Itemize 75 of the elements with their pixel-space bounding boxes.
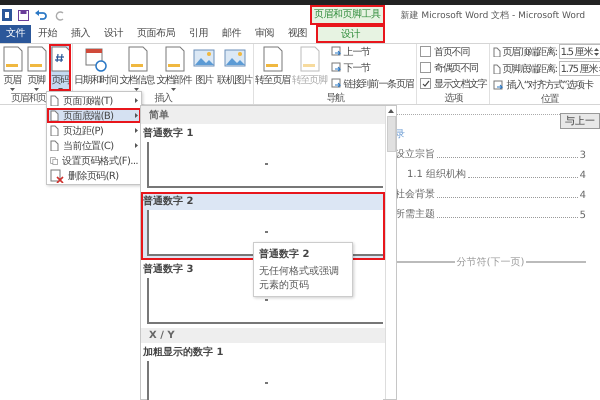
checkbox-label: 奇偶页不同	[434, 62, 478, 74]
page-icon	[50, 95, 59, 106]
scrollbar-thumb[interactable]	[386, 116, 396, 152]
ribbon-button[interactable]: 联机图片	[217, 44, 252, 91]
group-label: 位置	[541, 92, 558, 105]
file-tab[interactable]: 文件	[0, 25, 31, 43]
ribbon-button[interactable]: 页脚	[25, 44, 47, 91]
page-icon	[126, 46, 148, 72]
undo-icon	[35, 10, 49, 20]
ribbon-tab[interactable]: 邮件	[215, 25, 248, 43]
link-to-previous-button[interactable]: 与上一	[560, 113, 600, 129]
group-label: 选项	[444, 92, 462, 104]
group-label: 导航	[326, 92, 344, 104]
group-label: 页眉和页	[11, 92, 46, 104]
ribbon-tab[interactable]: 引用	[182, 25, 215, 43]
ribbon-tab[interactable]: 页面布局	[130, 25, 182, 43]
ribbon-tab[interactable]: 设计	[97, 25, 130, 43]
menu-item[interactable]: 删除页码(R)	[47, 168, 141, 183]
field-label: 页眉顶端距离:	[502, 46, 557, 58]
checkmark-icon	[422, 80, 430, 87]
checkbox[interactable]	[420, 62, 432, 73]
checkbox-label: 首页不同	[434, 46, 469, 58]
ribbon-button[interactable]: 文档信息	[120, 44, 154, 91]
spin-field[interactable]: 1.5 厘米	[558, 44, 600, 59]
ribbon-button[interactable]: 链接到前一条页眉	[330, 76, 414, 90]
ribbon-tab[interactable]: 视图	[281, 25, 314, 43]
gallery-section-header: 简单	[141, 106, 385, 124]
page-icon	[162, 46, 185, 72]
spin-arrows-icon	[594, 46, 599, 56]
page-icon	[261, 46, 284, 72]
window-title: 新建 Microsoft Word 文档 - Microsoft Word	[400, 10, 586, 22]
ribbon-tab[interactable]: 设计	[316, 25, 385, 43]
gallery-section-header: X / Y	[141, 328, 385, 343]
ribbon-button[interactable]: 插入“对齐方式”选项卡	[493, 78, 600, 92]
field-label: 页脚底端距离:	[502, 62, 557, 76]
page-icon	[50, 140, 59, 151]
delete-page-icon	[50, 168, 64, 182]
hash-page-icon	[49, 46, 71, 72]
tooltip-title: 普通数字 2	[259, 247, 310, 261]
spin-field[interactable]: 1.75 厘米	[558, 61, 600, 76]
menu-item[interactable]: 当前位置(C)	[47, 138, 141, 153]
ribbon-tab[interactable]: 审阅	[248, 25, 281, 43]
scroll-up-arrow-icon	[388, 109, 394, 113]
menu-item[interactable]: 页边距(P)	[47, 123, 141, 138]
menu-item[interactable]: 页面顶端(T)	[47, 93, 141, 108]
ribbon-button[interactable]: 文档部件	[156, 44, 192, 91]
page-number: 4	[580, 170, 586, 181]
tooltip-text: 无任何格式或强调元素的页码	[259, 264, 340, 292]
toc-entry: 1.1 组织机构	[407, 168, 466, 181]
page-number: 5	[580, 210, 586, 221]
page-number: 4	[580, 190, 586, 201]
page-number: 3	[580, 150, 586, 161]
ribbon-button[interactable]: 页眉	[1, 44, 23, 91]
group-label: 插入	[154, 92, 172, 104]
menu-item[interactable]: 设置页码格式(F)...	[47, 153, 141, 168]
checkbox-label: 显示文档文字	[434, 78, 486, 90]
ribbon-button[interactable]: 上一节	[330, 44, 414, 58]
section-break-label: 分节符(下一页)	[456, 256, 524, 269]
page-icon	[50, 110, 59, 121]
ribbon-button[interactable]: 图片	[193, 44, 216, 91]
ribbon-tab[interactable]: 插入	[64, 25, 97, 43]
context-tab-title: 页眉和页脚工具	[310, 5, 384, 25]
ribbon-button[interactable]: 转至页眉	[254, 44, 290, 91]
menu-item[interactable]: 页面底端(B)	[47, 108, 141, 123]
ribbon-button[interactable]: 日期和时间	[74, 44, 118, 91]
save-icon	[18, 10, 29, 20]
calendar-clock-icon	[84, 46, 107, 72]
page-icon	[50, 125, 59, 136]
page-icon	[25, 46, 47, 72]
ribbon-button[interactable]: 下一节	[330, 60, 414, 74]
redo-icon	[55, 10, 66, 20]
ribbon-tab[interactable]: 开始	[31, 25, 64, 43]
checkbox[interactable]	[420, 78, 432, 89]
checkbox[interactable]	[420, 46, 432, 57]
page-icon	[298, 46, 320, 72]
